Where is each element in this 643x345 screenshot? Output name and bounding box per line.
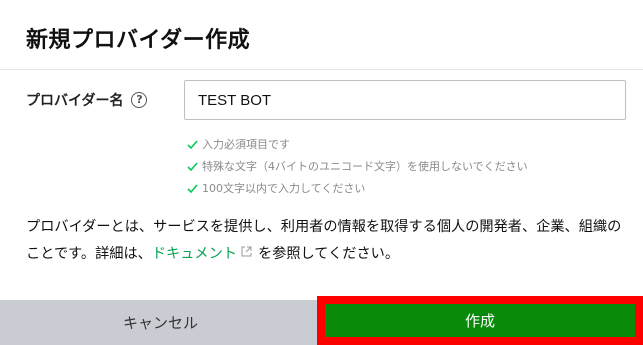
provider-name-label: プロバイダー名 (26, 93, 124, 109)
provider-description: プロバイダーとは、サービスを提供し、利用者の情報を取得する個人の開発者、企業、組… (26, 214, 626, 268)
validation-rule-max-length: 100文字以内で入力してください (186, 177, 528, 199)
dialog-title: 新規プロバイダー作成 (26, 28, 251, 53)
dialog-header: 新規プロバイダー作成 (0, 0, 643, 70)
help-icon[interactable]: ? (131, 92, 148, 108)
provider-name-input[interactable] (184, 80, 626, 120)
cancel-button[interactable]: キャンセル (0, 300, 321, 345)
check-icon (186, 182, 199, 195)
create-provider-dialog: 新規プロバイダー作成 プロバイダー名 ? 入力必須項目です 特殊な文字（4バイト… (0, 0, 643, 345)
check-icon (186, 138, 199, 151)
description-suffix: を参照してください。 (257, 246, 400, 262)
validation-rule-text: 100文字以内で入力してください (202, 182, 366, 195)
validation-rule-text: 入力必須項目です (202, 138, 290, 151)
validation-rule-text: 特殊な文字（4バイトのユニコード文字）を使用しないでください (202, 160, 528, 173)
create-button-highlight: 作成 (317, 296, 643, 345)
dialog-footer: キャンセル 作成 (0, 296, 643, 345)
validation-rule-required: 入力必須項目です (186, 133, 528, 155)
documentation-link[interactable]: ドキュメント (152, 246, 237, 262)
validation-rules: 入力必須項目です 特殊な文字（4バイトのユニコード文字）を使用しないでください … (186, 133, 528, 199)
external-link-icon (241, 246, 252, 257)
create-button[interactable]: 作成 (325, 304, 635, 337)
check-icon (186, 160, 199, 173)
provider-name-label-group: プロバイダー名 ? (26, 88, 148, 112)
validation-rule-no-special-chars: 特殊な文字（4バイトのユニコード文字）を使用しないでください (186, 155, 528, 177)
